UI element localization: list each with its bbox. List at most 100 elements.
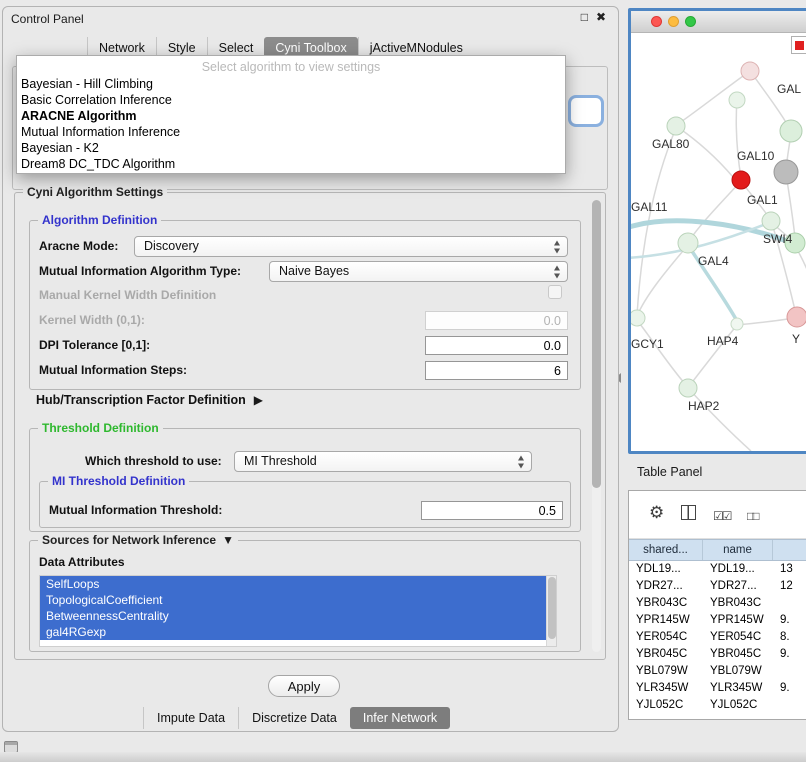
which-threshold-select[interactable]: MI Threshold xyxy=(234,451,532,472)
table-row[interactable]: YDR27... YDR27... 12 xyxy=(629,578,806,595)
kernel-width-field xyxy=(425,311,568,330)
algorithm-option[interactable]: Dream8 DC_TDC Algorithm xyxy=(17,156,565,172)
cell-shared-name: YER054C xyxy=(629,629,703,646)
attribute-item[interactable]: SelfLoops xyxy=(40,576,546,592)
threshold-definition-title: Threshold Definition xyxy=(38,421,163,435)
attributes-scrollbar[interactable] xyxy=(546,576,556,646)
aracne-mode-select[interactable]: Discovery xyxy=(134,236,568,257)
columns-icon[interactable] xyxy=(681,505,696,520)
node[interactable] xyxy=(729,92,745,108)
algorithm-option[interactable]: Bayesian - K2 xyxy=(17,140,565,156)
mi-threshold-group-title: MI Threshold Definition xyxy=(48,474,189,488)
which-threshold-value: MI Threshold xyxy=(244,454,317,468)
algorithm-option[interactable]: Basic Correlation Inference xyxy=(17,92,565,108)
control-panel-bottom-tabs: Impute Data Discretize Data Infer Networ… xyxy=(143,707,450,729)
algorithm-option[interactable]: Bayesian - Hill Climbing xyxy=(17,76,565,92)
cell-extra xyxy=(773,663,806,680)
settings-group-title: Cyni Algorithm Settings xyxy=(23,185,167,199)
algorithm-option[interactable]: Mutual Information Inference xyxy=(17,124,565,140)
close-traffic-light-icon[interactable] xyxy=(651,16,662,27)
network-view-window: GAL GAL80 GAL10 GAL11 GAL1 SWI4 GAL4 GCY… xyxy=(628,8,806,454)
bottom-tab-label: Discretize Data xyxy=(252,711,337,725)
navigator-thumbnail[interactable] xyxy=(791,36,806,54)
cell-name: YDR27... xyxy=(703,578,773,595)
cell-name: YER054C xyxy=(703,629,773,646)
algorithm-option[interactable]: ARACNE Algorithm xyxy=(17,108,565,124)
table-row[interactable]: YLR345W YLR345W 9. xyxy=(629,680,806,697)
sources-group-title[interactable]: Sources for Network Inference▼ xyxy=(38,533,238,547)
node-gal1[interactable] xyxy=(762,212,780,230)
node[interactable] xyxy=(787,307,806,327)
settings-scrollbar-thumb[interactable] xyxy=(592,200,601,488)
node-gal80[interactable] xyxy=(667,117,685,135)
zoom-traffic-light-icon[interactable] xyxy=(685,16,696,27)
node-label: Y xyxy=(792,332,800,346)
bottom-tab[interactable]: Impute Data xyxy=(143,707,238,729)
mi-steps-field[interactable] xyxy=(425,361,568,380)
hub-definition-toggle[interactable]: Hub/Transcription Factor Definition ▶ xyxy=(36,393,263,407)
table-row[interactable]: YDL19... YDL19... 13 xyxy=(629,561,806,578)
mi-threshold-field[interactable] xyxy=(421,501,563,520)
apply-button[interactable]: Apply xyxy=(268,675,340,697)
hub-definition-label: Hub/Transcription Factor Definition xyxy=(36,393,246,407)
column-header-shared-name[interactable]: shared... xyxy=(629,540,703,560)
navigator-viewport[interactable] xyxy=(795,41,804,50)
table-row[interactable]: YBL079W YBL079W xyxy=(629,663,806,680)
table-row[interactable]: YBR043C YBR043C xyxy=(629,595,806,612)
table-row[interactable]: YBR045C YBR045C 9. xyxy=(629,646,806,663)
data-attributes-label: Data Attributes xyxy=(39,555,125,569)
table-row[interactable]: YER054C YER054C 8. xyxy=(629,629,806,646)
dpi-tolerance-label: DPI Tolerance [0,1]: xyxy=(39,338,150,352)
node-gal4[interactable] xyxy=(678,233,698,253)
close-panel-icon[interactable]: ✖ xyxy=(596,10,606,24)
algorithm-select-popup: Select algorithm to view settings Bayesi… xyxy=(16,55,566,174)
network-canvas[interactable]: GAL GAL80 GAL10 GAL11 GAL1 SWI4 GAL4 GCY… xyxy=(631,33,806,451)
bottom-tab-label: Impute Data xyxy=(157,711,225,725)
node-label: GAL1 xyxy=(747,193,778,207)
focused-button-ring[interactable] xyxy=(568,95,604,127)
bottom-window-edge xyxy=(0,752,806,762)
settings-scrollbar[interactable] xyxy=(592,200,601,652)
select-all-checks-icon[interactable]: ☑☑ xyxy=(713,506,731,526)
threshold-definition-group: Threshold Definition Which threshold to … xyxy=(29,428,581,532)
deselect-all-boxes-icon[interactable]: □□ xyxy=(747,506,758,526)
cell-extra: 8. xyxy=(773,629,806,646)
table-panel-window: ⚙ ☑☑ □□ shared... name YDL19... YDL19...… xyxy=(628,490,806,720)
cell-name: YPR145W xyxy=(703,612,773,629)
node-hap4[interactable] xyxy=(731,318,743,330)
cell-extra: 13 xyxy=(773,561,806,578)
mi-type-select[interactable]: Naive Bayes xyxy=(269,261,568,282)
table-row[interactable]: YJL052C YJL052C xyxy=(629,697,806,714)
node-gal10[interactable] xyxy=(732,171,750,189)
attributes-scrollbar-thumb[interactable] xyxy=(548,577,556,639)
collapse-right-icon: ▶ xyxy=(254,393,263,407)
cell-extra: 9. xyxy=(773,680,806,697)
cell-shared-name: YBR045C xyxy=(629,646,703,663)
node[interactable] xyxy=(774,160,798,184)
cell-name: YBL079W xyxy=(703,663,773,680)
node-label: SWI4 xyxy=(763,232,792,246)
minimize-traffic-light-icon[interactable] xyxy=(668,16,679,27)
cell-name: YBR043C xyxy=(703,595,773,612)
attribute-item[interactable]: TopologicalCoefficient xyxy=(40,592,546,608)
table-row[interactable]: YPR145W YPR145W 9. xyxy=(629,612,806,629)
node-gcy1[interactable] xyxy=(631,310,645,326)
attribute-item[interactable]: BetweennessCentrality xyxy=(40,608,546,624)
desktop: Control Panel □ ✖ Network Style Select C… xyxy=(0,0,806,762)
cell-shared-name: YPR145W xyxy=(629,612,703,629)
combo-stepper-icon xyxy=(553,265,562,278)
node[interactable] xyxy=(780,120,802,142)
column-header-name[interactable]: name xyxy=(703,540,773,560)
bottom-tab[interactable]: Discretize Data xyxy=(238,707,350,729)
attribute-item[interactable]: gal4RGexp xyxy=(40,624,546,640)
network-window-titlebar[interactable] xyxy=(631,11,806,33)
node-hap2[interactable] xyxy=(679,379,697,397)
dpi-tolerance-field[interactable] xyxy=(425,336,568,355)
control-panel-titlebar[interactable]: Control Panel □ ✖ xyxy=(3,7,618,31)
node[interactable] xyxy=(741,62,759,80)
mi-threshold-label: Mutual Information Threshold: xyxy=(49,503,222,517)
gear-icon[interactable]: ⚙ xyxy=(649,503,664,523)
column-header-extra[interactable] xyxy=(773,540,806,560)
bottom-tab[interactable]: Infer Network xyxy=(350,707,450,729)
float-window-icon[interactable]: □ xyxy=(581,10,588,24)
